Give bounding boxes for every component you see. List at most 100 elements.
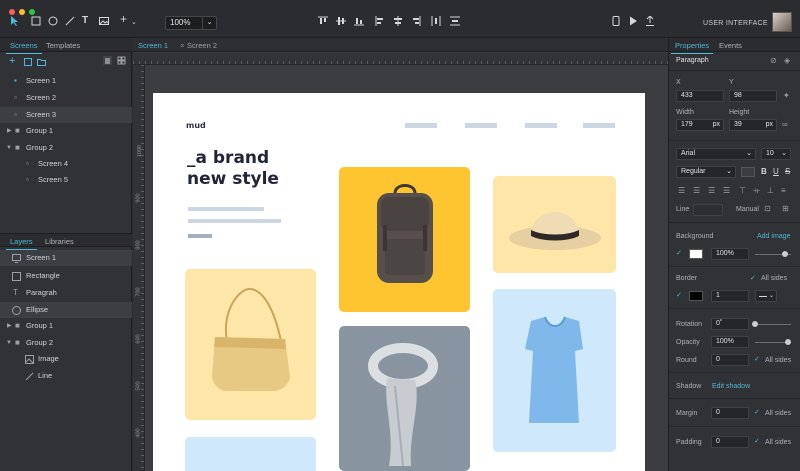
text-color-swatch[interactable] [741,167,755,177]
strikethrough-icon[interactable]: S [785,167,790,176]
brand-logo[interactable]: mud [186,121,206,130]
product-card-partial[interactable] [185,437,316,471]
layer-item[interactable]: Ellipse [0,302,132,318]
font-family-select[interactable]: Arial ⌄ [676,148,756,160]
border-width-input[interactable]: 1 [711,290,749,302]
round-all-sides-checkbox[interactable]: ✓ [754,356,762,364]
nav-link[interactable] [465,123,497,128]
product-card-top[interactable] [493,289,616,452]
mode-select[interactable]: USER INTERFACE ⌄ [703,19,779,27]
close-icon[interactable]: × [180,41,184,50]
rotation-input[interactable]: 0˚ [711,318,749,330]
tab-screen-2[interactable]: Screen 2 [187,41,217,50]
maximize-window-button[interactable] [29,9,35,15]
text-justify-icon[interactable]: ☰ [723,186,730,195]
canvas-area[interactable]: Screen 1 × Screen 2 1000 900 800 700 600 500 4… [133,38,668,471]
bold-icon[interactable]: B [761,167,767,176]
tab-screens[interactable]: Screens [6,41,41,54]
align-bottom-icon[interactable] [354,16,364,29]
layer-item[interactable]: Line [0,368,132,384]
product-card-hat[interactable] [493,176,616,273]
line-height-input[interactable] [693,204,723,216]
chevron-down-icon[interactable]: ▼ [6,335,12,351]
vertical-align-middle-icon[interactable]: ⟛ [753,186,760,196]
zoom-select[interactable]: 100% ⌄ [165,16,217,30]
font-size-select[interactable]: 10 ⌄ [761,148,791,160]
margin-all-sides-checkbox[interactable]: ✓ [754,409,762,417]
slider-handle[interactable] [752,321,758,327]
auto-size-icon[interactable]: ⊞ [782,204,789,213]
text-spacing-icon[interactable]: ≡ [781,186,786,195]
pointer-tool-icon[interactable] [10,16,20,29]
font-weight-select[interactable]: Regular ⌄ [676,166,736,178]
fixed-size-icon[interactable]: ⊡ [764,204,771,213]
padding-input[interactable]: 0 [711,436,749,448]
border-all-sides-checkbox[interactable]: ✓ [750,275,758,283]
chevron-right-icon[interactable]: ▶ [7,123,12,139]
product-card-scarf[interactable] [339,326,470,471]
add-screen-icon[interactable]: + [9,55,15,67]
group-item[interactable]: ▼ ■ Group 2 [0,140,132,156]
height-input[interactable]: 39 px [729,119,777,131]
rectangle-tool-icon[interactable] [31,16,41,29]
padding-all-sides-checkbox[interactable]: ✓ [754,438,762,446]
layer-item[interactable]: Image [0,351,132,367]
pin-icon[interactable]: ✦ [783,91,790,100]
border-style-select[interactable]: ⌄ [755,290,777,302]
tab-templates[interactable]: Templates [46,41,80,50]
add-image-link[interactable]: Add image [757,233,790,240]
text-align-left-icon[interactable]: ☰ [678,186,685,195]
play-icon[interactable] [629,16,637,29]
artboard[interactable]: mud _a brand new style [153,93,645,471]
border-checkbox[interactable]: ✓ [676,292,684,300]
add-image-screen-icon[interactable] [24,58,32,68]
text-align-center-icon[interactable]: ☰ [693,186,700,195]
avatar[interactable] [772,12,792,32]
layers-icon[interactable]: ◈ [784,56,790,65]
margin-input[interactable]: 0 [711,407,749,419]
tab-properties[interactable]: Properties [670,41,714,54]
layer-item[interactable]: Rectangle [0,268,132,284]
link-icon[interactable]: ∞ [782,120,788,129]
group-item[interactable]: ▶ ■ Group 1 [0,123,132,139]
x-input[interactable]: 433 [676,90,724,102]
chevron-down-icon[interactable]: ▼ [6,140,12,156]
vertical-align-bottom-icon[interactable]: ⊥ [767,186,774,195]
y-input[interactable]: 98 [729,90,777,102]
edit-shadow-link[interactable]: Edit shadow [712,383,750,390]
align-middle-icon[interactable] [336,16,346,29]
eye-off-icon[interactable]: ⊘ [770,56,777,65]
align-top-icon[interactable] [318,16,328,29]
ellipse-tool-icon[interactable] [48,16,58,29]
image-tool-icon[interactable] [99,16,109,29]
text-align-right-icon[interactable]: ☰ [708,186,715,195]
screen-item[interactable]: ▫ Screen 4 [0,156,132,172]
chevron-down-icon[interactable]: ⌄ [131,18,137,28]
product-card-handbag[interactable] [185,269,316,420]
nav-link[interactable] [583,123,615,128]
screen-item[interactable]: ▫ Screen 5 [0,172,132,188]
align-right-icon[interactable] [411,16,421,29]
close-window-button[interactable] [9,9,15,15]
round-input[interactable]: 0 [711,354,749,366]
align-left-icon[interactable] [375,16,385,29]
background-color-swatch[interactable] [689,249,703,259]
list-view-icon[interactable] [103,56,112,67]
layer-item[interactable]: ▼ ■ Group 2 [0,335,132,351]
screen-item[interactable]: ▫ Screen 3 [0,107,132,123]
tab-screen-1[interactable]: Screen 1 × [138,41,185,50]
page-title[interactable]: _a brand new style [187,148,327,190]
add-folder-icon[interactable] [37,58,46,68]
layer-item[interactable]: Screen 1 [0,250,132,266]
distribute-vertical-icon[interactable] [450,16,460,29]
slider-handle[interactable] [782,251,788,257]
border-color-swatch[interactable] [689,291,703,301]
tab-events[interactable]: Events [719,41,742,50]
device-preview-icon[interactable] [612,16,620,29]
background-opacity-input[interactable]: 100% [711,248,749,260]
distribute-horizontal-icon[interactable] [431,16,441,29]
underline-icon[interactable]: U [773,167,779,176]
minimize-window-button[interactable] [19,9,25,15]
nav-link[interactable] [405,123,437,128]
share-icon[interactable] [645,15,655,29]
